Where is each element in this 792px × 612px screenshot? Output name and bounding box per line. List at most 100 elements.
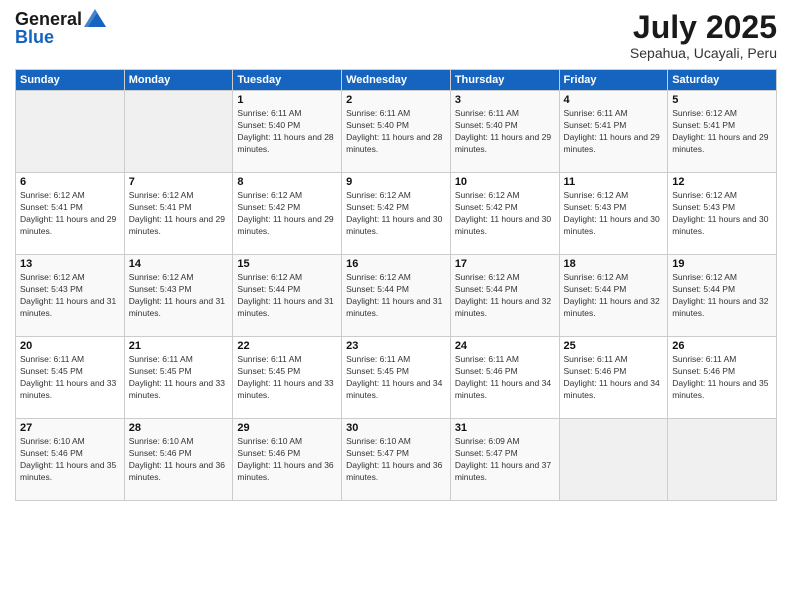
calendar-cell: 31Sunrise: 6:09 AMSunset: 5:47 PMDayligh… xyxy=(450,419,559,501)
day-info: Sunrise: 6:11 AMSunset: 5:46 PMDaylight:… xyxy=(455,354,555,402)
day-number: 6 xyxy=(20,176,120,188)
day-info: Sunrise: 6:12 AMSunset: 5:44 PMDaylight:… xyxy=(455,272,555,320)
day-number: 14 xyxy=(129,258,229,270)
calendar-week-3: 20 Sunrise: 6:11 AMSunset: 5:45 PMDayligh… xyxy=(16,337,777,419)
calendar-cell xyxy=(559,419,668,501)
day-number: 13 xyxy=(20,258,120,270)
title-block: July 2025 Sepahua, Ucayali, Peru xyxy=(630,10,777,61)
logo: General Blue xyxy=(15,10,106,48)
day-info: Sunrise: 6:11 AMSunset: 5:45 PMDaylight:… xyxy=(237,354,337,402)
day-number: 21 xyxy=(129,340,229,352)
day-info: Sunrise: 6:10 AMSunset: 5:47 PMDaylight:… xyxy=(346,436,446,484)
day-info: Sunrise: 6:12 AMSunset: 5:43 PMDaylight:… xyxy=(20,272,120,320)
calendar-cell xyxy=(16,91,125,173)
day-number: 8 xyxy=(237,176,337,188)
calendar-cell: 23 Sunrise: 6:11 AMSunset: 5:45 PMDayligh… xyxy=(342,337,451,419)
calendar-cell: 2 Sunrise: 6:11 AMSunset: 5:40 PMDaylight… xyxy=(342,91,451,173)
day-number: 20 xyxy=(20,340,120,352)
header: General Blue July 2025 Sepahua, Ucayali,… xyxy=(15,10,777,61)
calendar-week-0: 1 Sunrise: 6:11 AMSunset: 5:40 PMDaylight… xyxy=(16,91,777,173)
day-number: 27 xyxy=(20,422,120,434)
header-saturday: Saturday xyxy=(668,70,777,91)
day-info: Sunrise: 6:11 AMSunset: 5:40 PMDaylight:… xyxy=(346,108,446,156)
day-number: 4 xyxy=(564,94,664,106)
calendar-cell: 8 Sunrise: 6:12 AMSunset: 5:42 PMDaylight… xyxy=(233,173,342,255)
day-info: Sunrise: 6:12 AMSunset: 5:42 PMDaylight:… xyxy=(455,190,555,238)
day-number: 5 xyxy=(672,94,772,106)
day-info: Sunrise: 6:10 AMSunset: 5:46 PMDaylight:… xyxy=(237,436,337,484)
calendar-cell: 14 Sunrise: 6:12 AMSunset: 5:43 PMDayligh… xyxy=(124,255,233,337)
calendar-cell: 7 Sunrise: 6:12 AMSunset: 5:41 PMDaylight… xyxy=(124,173,233,255)
weekday-header-row: Sunday Monday Tuesday Wednesday Thursday… xyxy=(16,70,777,91)
day-number: 3 xyxy=(455,94,555,106)
day-info: Sunrise: 6:12 AMSunset: 5:43 PMDaylight:… xyxy=(564,190,664,238)
month-title: July 2025 xyxy=(630,10,777,45)
calendar-cell: 3 Sunrise: 6:11 AMSunset: 5:40 PMDaylight… xyxy=(450,91,559,173)
calendar-week-4: 27 Sunrise: 6:10 AMSunset: 5:46 PMDayligh… xyxy=(16,419,777,501)
calendar-cell: 18 Sunrise: 6:12 AMSunset: 5:44 PMDayligh… xyxy=(559,255,668,337)
calendar-week-1: 6 Sunrise: 6:12 AMSunset: 5:41 PMDaylight… xyxy=(16,173,777,255)
day-number: 16 xyxy=(346,258,446,270)
location-subtitle: Sepahua, Ucayali, Peru xyxy=(630,45,777,61)
calendar-cell xyxy=(668,419,777,501)
day-number: 30 xyxy=(346,422,446,434)
day-info: Sunrise: 6:12 AMSunset: 5:44 PMDaylight:… xyxy=(237,272,337,320)
day-number: 26 xyxy=(672,340,772,352)
day-info: Sunrise: 6:11 AMSunset: 5:45 PMDaylight:… xyxy=(20,354,120,402)
header-thursday: Thursday xyxy=(450,70,559,91)
day-number: 24 xyxy=(455,340,555,352)
header-tuesday: Tuesday xyxy=(233,70,342,91)
day-info: Sunrise: 6:12 AMSunset: 5:41 PMDaylight:… xyxy=(20,190,120,238)
day-number: 10 xyxy=(455,176,555,188)
logo-icon xyxy=(84,9,106,27)
day-info: Sunrise: 6:11 AMSunset: 5:45 PMDaylight:… xyxy=(129,354,229,402)
day-number: 25 xyxy=(564,340,664,352)
day-number: 9 xyxy=(346,176,446,188)
calendar-cell: 9 Sunrise: 6:12 AMSunset: 5:42 PMDaylight… xyxy=(342,173,451,255)
calendar-cell: 10 Sunrise: 6:12 AMSunset: 5:42 PMDayligh… xyxy=(450,173,559,255)
calendar-cell: 11 Sunrise: 6:12 AMSunset: 5:43 PMDayligh… xyxy=(559,173,668,255)
header-sunday: Sunday xyxy=(16,70,125,91)
calendar-cell: 12Sunrise: 6:12 AMSunset: 5:43 PMDayligh… xyxy=(668,173,777,255)
day-number: 1 xyxy=(237,94,337,106)
day-number: 18 xyxy=(564,258,664,270)
calendar-cell: 21 Sunrise: 6:11 AMSunset: 5:45 PMDayligh… xyxy=(124,337,233,419)
day-number: 22 xyxy=(237,340,337,352)
day-info: Sunrise: 6:11 AMSunset: 5:45 PMDaylight:… xyxy=(346,354,446,402)
day-info: Sunrise: 6:11 AMSunset: 5:40 PMDaylight:… xyxy=(455,108,555,156)
day-info: Sunrise: 6:12 AMSunset: 5:42 PMDaylight:… xyxy=(346,190,446,238)
day-info: Sunrise: 6:12 AMSunset: 5:42 PMDaylight:… xyxy=(237,190,337,238)
calendar-cell: 26 Sunrise: 6:11 AMSunset: 5:46 PMDayligh… xyxy=(668,337,777,419)
day-number: 17 xyxy=(455,258,555,270)
calendar-cell: 28Sunrise: 6:10 AMSunset: 5:46 PMDayligh… xyxy=(124,419,233,501)
day-number: 11 xyxy=(564,176,664,188)
calendar-cell: 6 Sunrise: 6:12 AMSunset: 5:41 PMDaylight… xyxy=(16,173,125,255)
header-monday: Monday xyxy=(124,70,233,91)
day-number: 29 xyxy=(237,422,337,434)
calendar-cell: 20 Sunrise: 6:11 AMSunset: 5:45 PMDayligh… xyxy=(16,337,125,419)
day-info: Sunrise: 6:12 AMSunset: 5:44 PMDaylight:… xyxy=(346,272,446,320)
day-info: Sunrise: 6:11 AMSunset: 5:40 PMDaylight:… xyxy=(237,108,337,156)
day-info: Sunrise: 6:11 AMSunset: 5:46 PMDaylight:… xyxy=(672,354,772,402)
page: General Blue July 2025 Sepahua, Ucayali,… xyxy=(0,0,792,612)
calendar-cell: 5Sunrise: 6:12 AMSunset: 5:41 PMDaylight… xyxy=(668,91,777,173)
day-info: Sunrise: 6:12 AMSunset: 5:41 PMDaylight:… xyxy=(129,190,229,238)
day-number: 2 xyxy=(346,94,446,106)
day-info: Sunrise: 6:11 AMSunset: 5:46 PMDaylight:… xyxy=(564,354,664,402)
calendar-cell: 19Sunrise: 6:12 AMSunset: 5:44 PMDayligh… xyxy=(668,255,777,337)
day-info: Sunrise: 6:12 AMSunset: 5:44 PMDaylight:… xyxy=(672,272,772,320)
day-number: 23 xyxy=(346,340,446,352)
day-info: Sunrise: 6:09 AMSunset: 5:47 PMDaylight:… xyxy=(455,436,555,484)
calendar-cell: 17 Sunrise: 6:12 AMSunset: 5:44 PMDayligh… xyxy=(450,255,559,337)
header-friday: Friday xyxy=(559,70,668,91)
day-number: 12 xyxy=(672,176,772,188)
day-info: Sunrise: 6:10 AMSunset: 5:46 PMDaylight:… xyxy=(20,436,120,484)
day-number: 28 xyxy=(129,422,229,434)
day-info: Sunrise: 6:12 AMSunset: 5:43 PMDaylight:… xyxy=(129,272,229,320)
calendar-cell: 22 Sunrise: 6:11 AMSunset: 5:45 PMDayligh… xyxy=(233,337,342,419)
day-info: Sunrise: 6:12 AMSunset: 5:44 PMDaylight:… xyxy=(564,272,664,320)
calendar-table: Sunday Monday Tuesday Wednesday Thursday… xyxy=(15,69,777,501)
day-number: 7 xyxy=(129,176,229,188)
calendar-cell: 4Sunrise: 6:11 AMSunset: 5:41 PMDaylight… xyxy=(559,91,668,173)
calendar-cell: 30 Sunrise: 6:10 AMSunset: 5:47 PMDayligh… xyxy=(342,419,451,501)
